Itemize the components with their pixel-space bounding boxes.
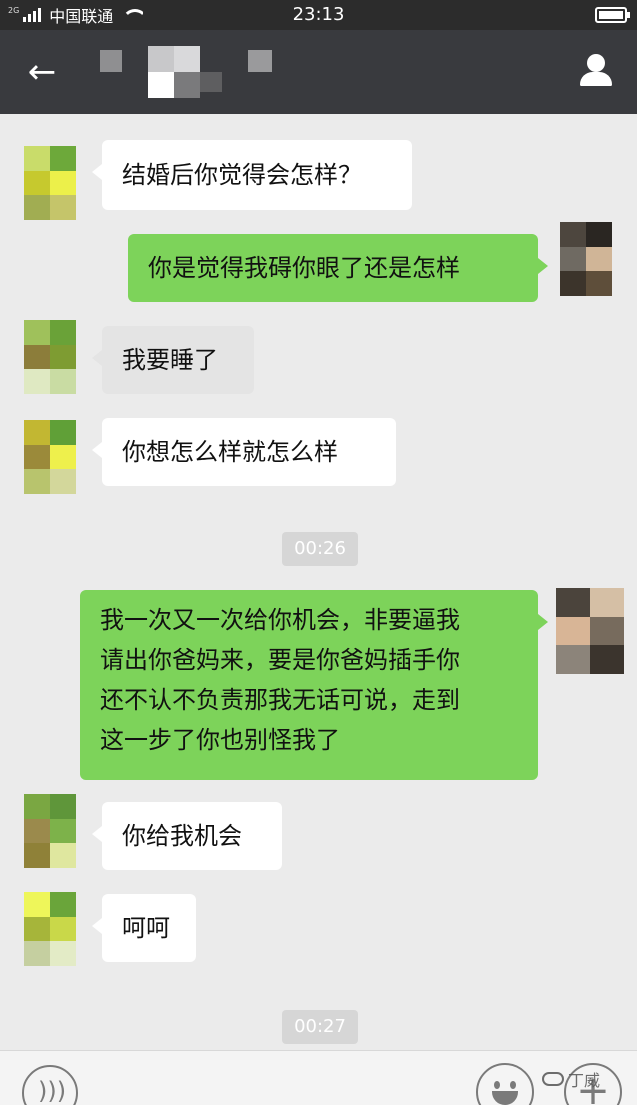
message-text: 结婚后你觉得会怎样？ [122,161,362,189]
person-icon [587,54,605,72]
battery-icon [595,7,630,23]
contact-info-button[interactable] [575,48,619,92]
arrow-left-icon: ← [27,52,57,92]
message-bubble-received[interactable]: 我要睡了 [92,326,254,394]
timestamp: 00:26 [282,532,358,566]
contact-avatar[interactable] [24,794,76,868]
message-bubble-received[interactable]: 你给我机会 [92,802,282,870]
message-bubble-received[interactable]: 你想怎么样就怎么样 [92,418,396,486]
message-bubble-sent[interactable]: 你是觉得我碍你眼了还是怎样 [128,234,548,302]
wechat-logo-icon [542,1072,564,1086]
message-bubble-sent[interactable]: 我一次又一次给你机会，非要逼我 请出你爸妈来，要是你爸妈插手你 还不认不负责那我… [80,590,548,780]
emoji-button[interactable] [476,1063,534,1105]
message-text: 我要睡了 [122,346,218,374]
message-text: 你想怎么样就怎么样 [122,438,338,466]
chat-header: ← [0,30,637,114]
input-bar: ))) + 丁威 [0,1050,637,1105]
message-text: 我一次又一次给你机会，非要逼我 请出你爸妈来，要是你爸妈插手你 还不认不负责那我… [100,606,460,754]
contact-name-pixelated [100,44,280,100]
emoji-icon [494,1081,500,1089]
chat-area[interactable]: 结婚后你觉得会怎样？ 你是觉得我碍你眼了还是怎样 我要睡了 你想怎么样就怎么样 … [0,114,637,1050]
contact-avatar[interactable] [24,892,76,966]
message-text: 你给我机会 [122,822,242,850]
contact-avatar[interactable] [24,146,76,220]
message-bubble-received[interactable]: 呵呵 [92,894,196,962]
back-button[interactable]: ← [20,50,64,94]
message-text: 你是觉得我碍你眼了还是怎样 [148,254,460,282]
my-avatar[interactable] [560,222,612,296]
contact-avatar[interactable] [24,420,76,494]
contact-avatar[interactable] [24,320,76,394]
my-avatar[interactable] [556,588,624,674]
watermark: 丁威 [542,1067,600,1091]
voice-input-button[interactable]: ))) [22,1065,78,1105]
message-text: 呵呵 [122,914,170,942]
timestamp: 00:27 [282,1010,358,1044]
status-time: 23:13 [292,4,345,25]
status-bar: 2G 中国联通 23:13 [0,0,637,30]
voice-icon: ))) [38,1077,67,1105]
message-bubble-received[interactable]: 结婚后你觉得会怎样？ [92,140,412,210]
